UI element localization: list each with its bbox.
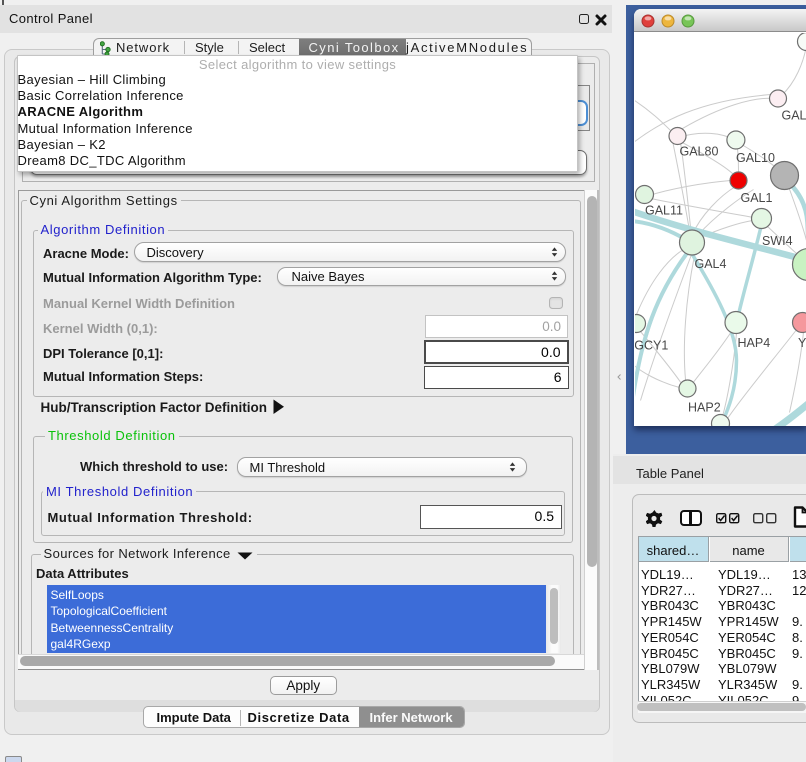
svg-text:GAL10: GAL10 <box>736 151 775 165</box>
svg-text:GAL1: GAL1 <box>740 191 772 205</box>
svg-text:HAP4: HAP4 <box>737 336 770 350</box>
svg-text:GAL11: GAL11 <box>645 203 683 217</box>
svg-text:HAP2: HAP2 <box>688 400 721 414</box>
svg-text:SWI4: SWI4 <box>762 234 793 248</box>
svg-text:GAL7: GAL7 <box>781 108 806 122</box>
svg-text:Y: Y <box>798 336 806 350</box>
svg-text:GCY1: GCY1 <box>635 338 668 352</box>
svg-text:GAL80: GAL80 <box>679 144 718 158</box>
svg-text:GAL4: GAL4 <box>694 257 726 271</box>
